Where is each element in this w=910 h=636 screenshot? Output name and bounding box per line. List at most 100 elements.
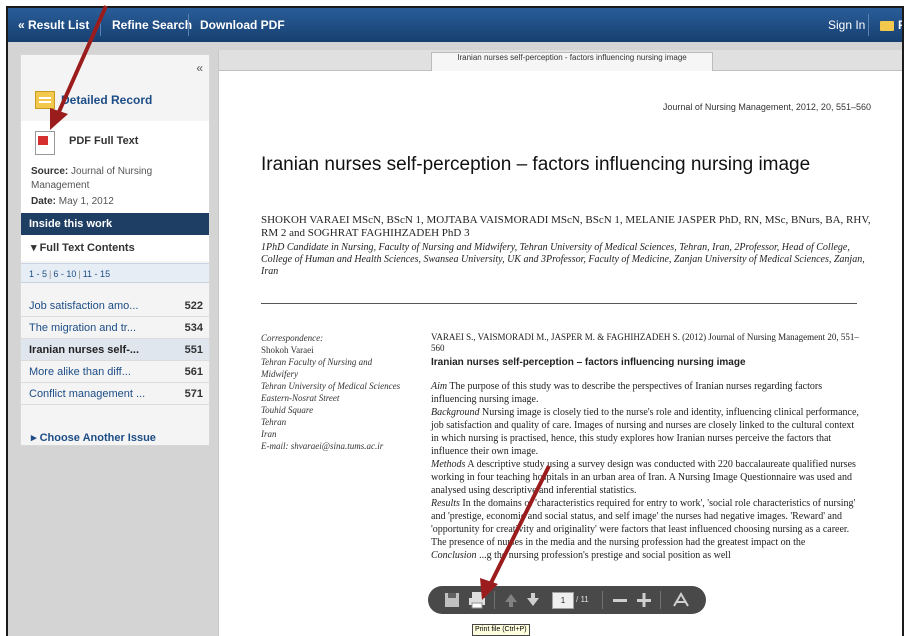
toc-item-page: 571 bbox=[184, 388, 203, 400]
choose-another-label: Choose Another Issue bbox=[39, 432, 156, 444]
abstract-label: Methods bbox=[431, 459, 466, 470]
abstract-text: In the domains of 'characteristics requi… bbox=[431, 498, 856, 548]
folder-icon bbox=[880, 20, 894, 31]
toc-item-title: Job satisfaction amo... bbox=[29, 300, 139, 312]
source-label: Source: bbox=[31, 166, 69, 177]
choose-another-issue-link[interactable]: ▸ Choose Another Issue bbox=[31, 431, 156, 444]
download-pdf-link[interactable]: Download PDF bbox=[192, 8, 293, 42]
toolbar-divider bbox=[660, 591, 661, 609]
page-number-input[interactable]: 1 bbox=[552, 592, 574, 609]
collapse-panel-button[interactable]: « bbox=[196, 61, 203, 75]
top-toolbar: « Result List Refine Search Download PDF… bbox=[8, 8, 902, 42]
page-up-icon[interactable] bbox=[504, 591, 518, 609]
abstract-text: The purpose of this study was to describ… bbox=[431, 381, 823, 405]
divider bbox=[261, 303, 857, 304]
pdf-full-text-link[interactable]: PDF Full Text bbox=[69, 135, 138, 147]
toc-item-page: 534 bbox=[184, 322, 203, 334]
abstract-conclusion: Conclusion ...g the nursing profession's… bbox=[431, 549, 861, 562]
toolbar-divider bbox=[494, 591, 495, 609]
article-title: Iranian nurses self-perception – factors… bbox=[261, 154, 811, 175]
date-label: Date: bbox=[31, 196, 57, 207]
correspondence-line: Correspondence: bbox=[261, 333, 324, 343]
correspondence-line: Eastern-Nosrat Street bbox=[261, 393, 340, 403]
pdf-icon[interactable] bbox=[35, 131, 55, 155]
article-authors: SHOKOH VARAEI MScN, BScN 1, MOJTABA VAIS… bbox=[261, 214, 871, 239]
toc-item-page: 522 bbox=[184, 300, 203, 312]
print-icon[interactable] bbox=[468, 591, 486, 609]
author-affiliations: 1PhD Candidate in Nursing, Faculty of Nu… bbox=[261, 242, 865, 277]
toolbar-divider bbox=[100, 14, 101, 36]
abstract-label: Results bbox=[431, 498, 460, 509]
page-total: / 11 bbox=[576, 595, 589, 604]
toc-item-title: Conflict management ... bbox=[29, 388, 146, 400]
correspondence-line: Tehran Faculty of Nursing and Midwifery bbox=[261, 357, 373, 379]
page-down-icon[interactable] bbox=[526, 591, 540, 609]
toc-item[interactable]: The migration and tr... 534 bbox=[21, 317, 209, 339]
document-tab[interactable]: Iranian nurses self-perception - factors… bbox=[431, 52, 713, 71]
toc-item[interactable]: More alike than diff... 561 bbox=[21, 361, 209, 383]
print-tooltip: Print file (Ctrl+P) bbox=[472, 624, 530, 636]
journal-reference: Journal of Nursing Management, 2012, 20,… bbox=[662, 102, 871, 112]
correspondence-block: Correspondence: Shokoh Varaei Tehran Fac… bbox=[261, 332, 411, 452]
correspondence-line: E-mail: shvaraei@sina.tums.ac.ir bbox=[261, 441, 384, 451]
toc-item-title: More alike than diff... bbox=[29, 366, 131, 378]
abstract-text: ...g the nursing profession's prestige a… bbox=[476, 550, 731, 561]
abstract-label: Background bbox=[431, 407, 480, 418]
work-area: « Detailed Record PDF Full Text Source: … bbox=[8, 42, 902, 636]
page-range-1[interactable]: 1 - 5 bbox=[29, 269, 47, 279]
abstract-text: Nursing image is closely tied to the nur… bbox=[431, 407, 859, 457]
abstract: Aim The purpose of this study was to des… bbox=[431, 380, 861, 562]
zoom-in-icon[interactable] bbox=[636, 591, 652, 609]
folder-label: Fo bbox=[898, 18, 902, 32]
toolbar-divider bbox=[602, 591, 603, 609]
left-panel: « Detailed Record PDF Full Text Source: … bbox=[20, 54, 210, 446]
toc-item-title: The migration and tr... bbox=[29, 322, 136, 334]
full-text-contents-label: Full Text Contents bbox=[39, 242, 135, 254]
inside-this-work-header: Inside this work bbox=[21, 213, 209, 235]
page-range-2[interactable]: 6 - 10 bbox=[53, 269, 76, 279]
correspondence-line: Shokoh Varaei bbox=[261, 345, 314, 355]
page-range-selector: 1 - 5 | 6 - 10 | 11 - 15 bbox=[21, 263, 209, 283]
page-range-3[interactable]: 11 - 15 bbox=[83, 269, 110, 279]
full-text-contents-toggle[interactable]: ▾ Full Text Contents bbox=[31, 241, 135, 254]
detailed-record-link[interactable]: Detailed Record bbox=[61, 93, 152, 107]
abstract-label: Aim bbox=[431, 381, 448, 392]
date-meta: Date: May 1, 2012 bbox=[31, 195, 201, 209]
caret-down-icon: ▾ bbox=[31, 242, 40, 254]
acrobat-icon[interactable] bbox=[672, 591, 690, 609]
document-tab-strip: Iranian nurses self-perception - factors… bbox=[219, 50, 902, 71]
toc-item[interactable]: Conflict management ... 571 bbox=[21, 383, 209, 405]
zoom-out-icon[interactable] bbox=[612, 591, 628, 609]
sign-in-link[interactable]: Sign In bbox=[820, 8, 873, 42]
abstract-label: Conclusion bbox=[431, 550, 477, 561]
date-value: May 1, 2012 bbox=[58, 196, 114, 207]
abstract-aim: Aim The purpose of this study was to des… bbox=[431, 380, 861, 406]
toc-item-active[interactable]: Iranian nurses self-... 551 bbox=[21, 339, 209, 361]
toc-item[interactable]: Job satisfaction amo... 522 bbox=[21, 295, 209, 317]
toc-item-page: 551 bbox=[184, 344, 203, 356]
pdf-full-text-box: PDF Full Text Source: Journal of Nursing… bbox=[21, 121, 209, 261]
source-meta: Source: Journal of Nursing Management bbox=[31, 165, 201, 193]
correspondence-line: Tehran University of Medical Sciences bbox=[261, 381, 401, 391]
abstract-results: Results In the domains of 'characteristi… bbox=[431, 497, 861, 549]
result-list-link[interactable]: « Result List bbox=[10, 8, 97, 42]
toc-item-page: 561 bbox=[184, 366, 203, 378]
abstract-background: Background Nursing image is closely tied… bbox=[431, 406, 861, 458]
pdf-floating-toolbar: 1 / 11 bbox=[428, 586, 706, 614]
citation-title: Iranian nurses self-perception – factors… bbox=[431, 357, 746, 368]
correspondence-line: Iran bbox=[261, 429, 277, 439]
save-icon[interactable] bbox=[444, 591, 460, 609]
caret-right-icon: ▸ bbox=[31, 432, 40, 444]
toc-item-title: Iranian nurses self-... bbox=[29, 344, 140, 356]
citation: VARAEI S., VAISMORADI M., JASPER M. & FA… bbox=[431, 332, 859, 353]
app-window: « Result List Refine Search Download PDF… bbox=[6, 6, 904, 636]
detailed-record-icon[interactable] bbox=[35, 91, 55, 109]
pdf-viewer[interactable]: Iranian nurses self-perception - factors… bbox=[218, 50, 902, 636]
toolbar-divider bbox=[868, 14, 869, 36]
toolbar-divider bbox=[188, 14, 189, 36]
refine-search-link[interactable]: Refine Search bbox=[104, 8, 200, 42]
correspondence-line: Touhid Square bbox=[261, 405, 314, 415]
correspondence-line: Tehran bbox=[261, 417, 287, 427]
abstract-text: A descriptive study using a survey desig… bbox=[431, 459, 856, 496]
folder-link[interactable]: Fo bbox=[872, 8, 902, 42]
